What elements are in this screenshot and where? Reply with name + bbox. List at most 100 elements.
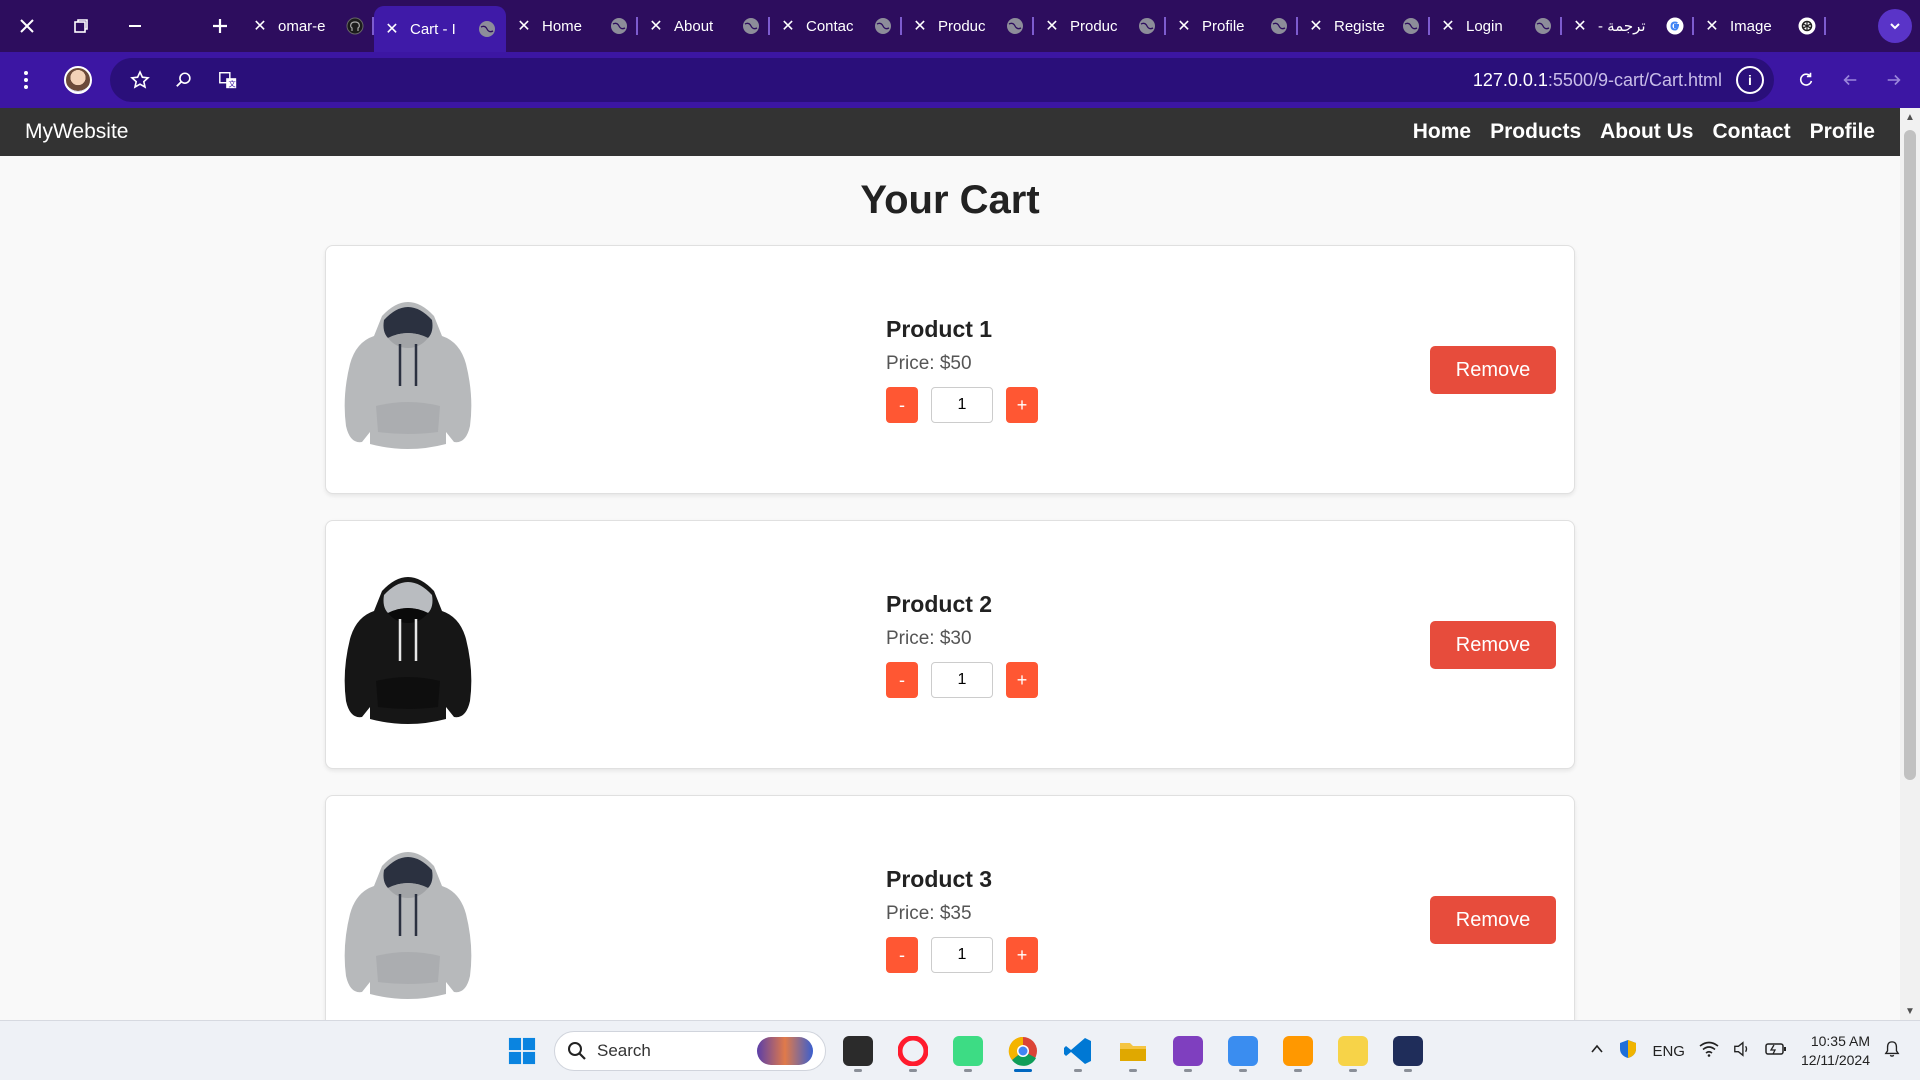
translate-icon[interactable]: 文 xyxy=(208,60,248,100)
taskbar-app-sublime[interactable] xyxy=(1276,1029,1320,1073)
site-brand[interactable]: MyWebsite xyxy=(25,120,128,144)
taskbar-app-vscode[interactable] xyxy=(1056,1029,1100,1073)
tab-close-icon[interactable]: ✕ xyxy=(1044,16,1060,36)
volume-icon[interactable] xyxy=(1733,1041,1751,1061)
browser-tab[interactable]: ✕ - ترجمة xyxy=(1562,6,1694,46)
decrease-quantity-button[interactable]: - xyxy=(886,937,918,973)
nav-link-contact[interactable]: Contact xyxy=(1712,120,1790,144)
tab-close-icon[interactable]: ✕ xyxy=(1308,16,1324,36)
remove-item-button[interactable]: Remove xyxy=(1430,621,1556,669)
address-bar[interactable]: 文 127.0.0.1:5500/9-cart/Cart.html i xyxy=(110,58,1774,102)
taskbar-app-sticky-notes[interactable] xyxy=(1331,1029,1375,1073)
new-tab-button[interactable] xyxy=(198,0,242,52)
tab-title: Image xyxy=(1730,17,1772,35)
cart-item: Product 2 Price: $30 -1 + Remove xyxy=(325,520,1575,769)
browser-tab[interactable]: ✕ Produc xyxy=(902,6,1034,46)
taskbar-app-visual-studio[interactable] xyxy=(1166,1029,1210,1073)
search-highlight-image xyxy=(757,1037,813,1065)
minimize-window-icon[interactable] xyxy=(108,0,162,52)
scrollbar-thumb[interactable] xyxy=(1904,130,1916,780)
quantity-input[interactable]: 1 xyxy=(931,937,993,973)
increase-quantity-button[interactable]: + xyxy=(1006,662,1038,698)
nav-link-about-us[interactable]: About Us xyxy=(1600,120,1693,144)
language-indicator[interactable]: ENG xyxy=(1652,1043,1685,1060)
tab-close-icon[interactable]: ✕ xyxy=(384,19,400,39)
browser-tab[interactable]: ✕ Profile xyxy=(1166,6,1298,46)
menu-kebab-icon[interactable] xyxy=(6,60,46,100)
tab-close-icon[interactable]: ✕ xyxy=(252,16,268,36)
tab-search-chevron-icon[interactable] xyxy=(1878,9,1912,43)
browser-tab[interactable]: ✕ Home xyxy=(506,6,638,46)
browser-tab[interactable]: ✕ Registe xyxy=(1298,6,1430,46)
close-window-icon[interactable] xyxy=(0,0,54,52)
page-scrollbar[interactable]: ▲ ▼ xyxy=(1900,108,1920,1020)
taskbar-app-hackerrank[interactable] xyxy=(1386,1029,1430,1073)
notifications-bell-icon[interactable] xyxy=(1884,1040,1900,1062)
decrease-quantity-button[interactable]: - xyxy=(886,387,918,423)
browser-tab[interactable]: ✕ Login xyxy=(1430,6,1562,46)
clock-date: 12/11/2024 xyxy=(1800,1052,1870,1068)
taskbar-search[interactable]: Search xyxy=(554,1031,826,1071)
zoom-icon[interactable] xyxy=(164,60,204,100)
browser-tab[interactable]: ✕ Cart - I xyxy=(374,6,506,52)
restore-window-icon[interactable] xyxy=(54,0,108,52)
tab-close-icon[interactable]: ✕ xyxy=(912,16,928,36)
back-arrow-icon[interactable] xyxy=(1830,60,1870,100)
tab-separator xyxy=(1824,17,1826,35)
browser-tab[interactable]: ✕ Contac xyxy=(770,6,902,46)
decrease-quantity-button[interactable]: - xyxy=(886,662,918,698)
tab-title: Contac xyxy=(806,17,854,35)
reload-icon[interactable] xyxy=(1786,60,1826,100)
scroll-down-icon[interactable]: ▼ xyxy=(1900,1002,1920,1020)
taskbar-app-copilot[interactable] xyxy=(1221,1029,1265,1073)
quantity-input[interactable]: 1 xyxy=(931,662,993,698)
remove-item-button[interactable]: Remove xyxy=(1430,896,1556,944)
taskbar-app-file-explorer[interactable] xyxy=(1111,1029,1155,1073)
battery-icon[interactable] xyxy=(1765,1042,1787,1060)
tab-close-icon[interactable]: ✕ xyxy=(516,16,532,36)
quantity-controls: -1 + xyxy=(886,662,1038,698)
site-info-icon[interactable]: i xyxy=(1736,66,1764,94)
taskbar-app-opera[interactable] xyxy=(891,1029,935,1073)
tab-title: Produc xyxy=(1070,17,1118,35)
tab-title: Profile xyxy=(1202,17,1245,35)
profile-avatar[interactable] xyxy=(58,60,98,100)
bookmark-star-icon[interactable] xyxy=(120,60,160,100)
quantity-input[interactable]: 1 xyxy=(931,387,993,423)
security-shield-icon[interactable] xyxy=(1618,1039,1638,1063)
tab-title: Produc xyxy=(938,17,986,35)
taskbar-app-chrome[interactable] xyxy=(1001,1029,1045,1073)
remove-item-button[interactable]: Remove xyxy=(1430,346,1556,394)
tab-close-icon[interactable]: ✕ xyxy=(1176,16,1192,36)
nav-link-profile[interactable]: Profile xyxy=(1810,120,1875,144)
taskbar-clock[interactable]: 10:35 AM 12/11/2024 xyxy=(1801,1032,1870,1070)
tab-title: omar-e xyxy=(278,17,326,35)
product-price: Price: $50 xyxy=(886,353,972,374)
taskbar-app-file-explorer-dark[interactable] xyxy=(836,1029,880,1073)
browser-tab[interactable]: ✕ Produc xyxy=(1034,6,1166,46)
url-text[interactable]: 127.0.0.1:5500/9-cart/Cart.html i xyxy=(1473,66,1764,94)
tab-close-icon[interactable]: ✕ xyxy=(1704,16,1720,36)
nav-link-products[interactable]: Products xyxy=(1490,120,1581,144)
tab-close-icon[interactable]: ✕ xyxy=(1440,16,1456,36)
tab-close-icon[interactable]: ✕ xyxy=(1572,16,1588,36)
tab-close-icon[interactable]: ✕ xyxy=(648,16,664,36)
start-button[interactable] xyxy=(500,1029,544,1073)
forward-arrow-icon[interactable] xyxy=(1874,60,1914,100)
wifi-icon[interactable] xyxy=(1699,1041,1719,1061)
increase-quantity-button[interactable]: + xyxy=(1006,937,1038,973)
browser-tab[interactable]: ✕ Image xyxy=(1694,6,1826,46)
increase-quantity-button[interactable]: + xyxy=(1006,387,1038,423)
tab-close-icon[interactable]: ✕ xyxy=(780,16,796,36)
nav-link-home[interactable]: Home xyxy=(1413,120,1471,144)
globe-icon xyxy=(478,20,496,38)
browser-tab[interactable]: ✕ About xyxy=(638,6,770,46)
browser-tab[interactable]: ✕ omar-e xyxy=(242,6,374,46)
show-hidden-icons-chevron-icon[interactable] xyxy=(1590,1042,1604,1060)
globe-icon xyxy=(610,17,628,35)
taskbar-search-label: Search xyxy=(597,1041,651,1060)
taskbar-app-android-studio[interactable] xyxy=(946,1029,990,1073)
scroll-up-icon[interactable]: ▲ xyxy=(1900,108,1920,126)
app-running-indicator xyxy=(1294,1069,1302,1072)
product-price: Price: $35 xyxy=(886,903,972,924)
